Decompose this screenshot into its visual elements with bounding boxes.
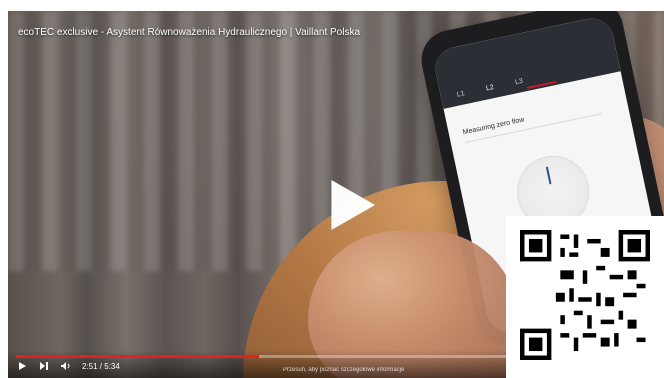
phone-tab-1: L1: [456, 89, 466, 99]
phone-tab-indicator: [526, 80, 557, 90]
play-button[interactable]: [308, 166, 386, 244]
time-readout: 2:51 / 5:34: [82, 361, 120, 371]
next-icon[interactable]: [38, 360, 50, 372]
phone-tab-2: L2: [485, 83, 495, 92]
play-icon: [331, 180, 376, 230]
phone-tabs: L1 L2 L3: [455, 55, 604, 104]
phone-screen-title: Measuring zero flow: [462, 116, 525, 137]
play-small-icon[interactable]: [16, 360, 28, 372]
controls-row: 2:51 / 5:34: [16, 359, 120, 373]
qr-icon: [520, 230, 650, 360]
bottom-caption: Przesuń, aby poznać szczegółowe informac…: [283, 367, 405, 373]
video-title: ecoTEC exclusive - Asystent Równoważenia…: [18, 27, 361, 38]
qr-code: [506, 216, 664, 378]
phone-tab-3: L3: [514, 77, 524, 86]
progress-bar-fill: [16, 355, 260, 358]
volume-icon[interactable]: [60, 360, 72, 372]
